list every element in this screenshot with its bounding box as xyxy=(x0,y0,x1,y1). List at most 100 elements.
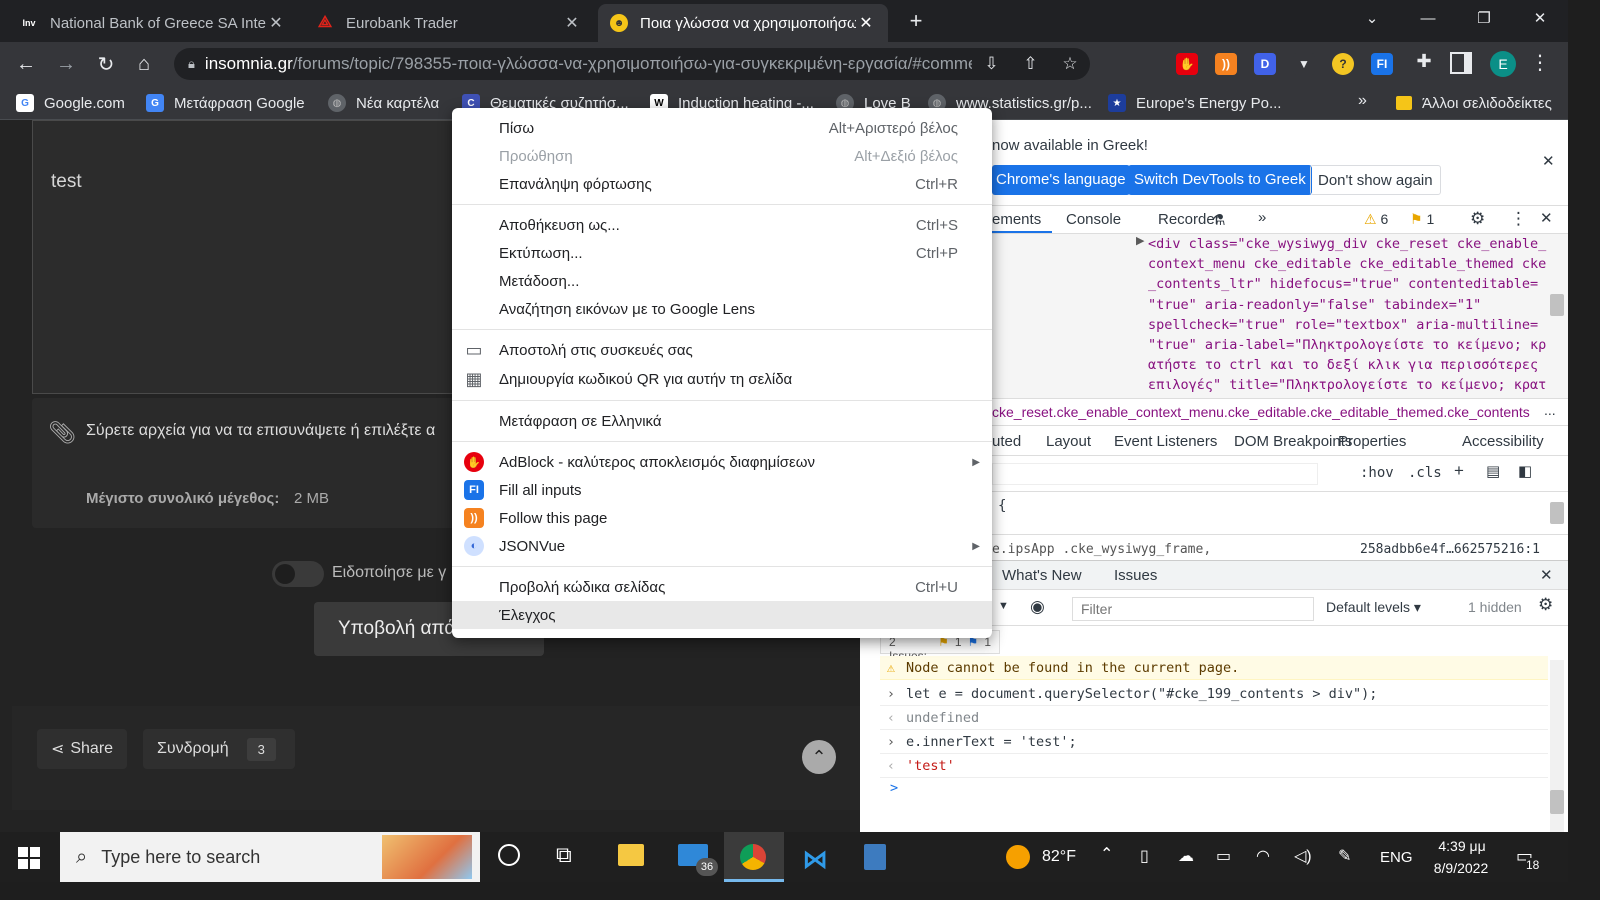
profile-avatar[interactable]: E xyxy=(1490,51,1516,77)
help-extension-icon[interactable]: ? xyxy=(1332,53,1354,75)
breadcrumb-more[interactable]: ... xyxy=(1544,402,1556,418)
share-button[interactable]: ⋖ Share xyxy=(37,729,127,769)
console-prompt[interactable]: > xyxy=(890,780,898,796)
minimize-button[interactable]: — xyxy=(1400,0,1456,36)
windows-start-icon[interactable] xyxy=(18,847,40,869)
switch-devtools-greek-button[interactable]: Switch DevTools to Greek xyxy=(1128,165,1312,195)
close-window-button[interactable]: ✕ xyxy=(1512,0,1568,36)
close-tab-icon[interactable]: ✕ xyxy=(562,13,582,33)
menu-item-0-0[interactable]: Πίσω Alt+Αριστερό βέλος xyxy=(452,114,992,142)
tab-whats-new[interactable]: What's New xyxy=(1002,567,1082,584)
expand-triangle-icon[interactable]: ▶ xyxy=(1136,234,1144,247)
close-tab-icon[interactable]: ✕ xyxy=(266,13,286,33)
other-bookmarks-folder[interactable]: Άλλοι σελιδοδείκτες xyxy=(1396,92,1552,114)
share-icon[interactable]: ⇧ xyxy=(1023,54,1037,74)
vue-extension-icon[interactable]: ▼ xyxy=(1293,53,1315,75)
console-output[interactable]: ⚠ Node cannot be found in the current pag… xyxy=(880,656,1548,832)
styles-tab[interactable]: Layout xyxy=(1046,433,1091,450)
menu-item-2-0[interactable]: ▭ Αποστολή στις συσκευές σας xyxy=(452,336,992,364)
menu-item-1-0[interactable]: Αποθήκευση ως... Ctrl+S xyxy=(452,211,992,239)
breadcrumb-path[interactable]: cke_reset.cke_enable_context_menu.cke_ed… xyxy=(992,404,1542,420)
bookmark-item[interactable]: ★ Europe's Energy Po... xyxy=(1108,92,1281,114)
rule-source-link[interactable]: 258adbb6e4f…662575216:1 xyxy=(1360,542,1540,557)
paint-icon[interactable]: ▤ xyxy=(1486,462,1500,480)
tab-elements[interactable]: ements xyxy=(992,211,1041,228)
console-scrollbar[interactable] xyxy=(1550,660,1564,832)
input-language[interactable]: ENG xyxy=(1380,849,1413,866)
menu-item-3-0[interactable]: Μετάφραση σε Ελληνικά xyxy=(452,407,992,435)
d-extension-icon[interactable]: D xyxy=(1254,53,1276,75)
rss-extension-icon[interactable]: )) xyxy=(1215,53,1237,75)
bookmark-item[interactable]: ◍ Νέα καρτέλα xyxy=(328,92,439,114)
follow-button[interactable]: Συνδρομή 3 xyxy=(143,729,295,769)
styles-tab[interactable]: Properties xyxy=(1338,433,1406,450)
extensions-puzzle-icon[interactable]: ✚ xyxy=(1412,51,1436,75)
wifi-icon[interactable]: ◠ xyxy=(1256,846,1270,866)
back-button[interactable]: ← xyxy=(12,50,40,78)
file-explorer-icon[interactable] xyxy=(618,844,644,866)
styles-scrollbar[interactable] xyxy=(1550,502,1564,524)
styles-tab[interactable]: Accessibility xyxy=(1462,433,1544,450)
menu-item-4-2[interactable]: )) Follow this page xyxy=(452,504,992,532)
battery-icon[interactable]: ▭ xyxy=(1216,846,1231,866)
settings-gear-icon[interactable]: ⚙ xyxy=(1470,209,1485,229)
styles-filter-input[interactable] xyxy=(992,463,1318,485)
cls-button[interactable]: .cls xyxy=(1408,465,1442,481)
menu-item-5-0[interactable]: Προβολή κώδικα σελίδας Ctrl+U xyxy=(452,573,992,601)
log-levels-dropdown[interactable]: Default levels ▾ xyxy=(1326,599,1421,616)
warnings-counter[interactable]: ⚠ 6 xyxy=(1364,211,1388,228)
task-view-icon[interactable]: ⧉ xyxy=(556,842,572,868)
bookmark-item[interactable]: G Google.com xyxy=(16,92,125,114)
close-devtools-icon[interactable]: ✕ xyxy=(1540,209,1553,227)
tab-recorder[interactable]: Recorder xyxy=(1158,211,1220,228)
notify-toggle[interactable] xyxy=(272,561,324,587)
styles-tab[interactable]: Event Listeners xyxy=(1114,433,1217,450)
always-match-language-button[interactable]: Chrome's language xyxy=(992,165,1130,195)
taskbar-chrome-active[interactable] xyxy=(724,832,784,882)
issues-counter[interactable]: ⚑ 1 xyxy=(1410,211,1434,228)
volume-icon[interactable]: ◁) xyxy=(1294,846,1312,866)
menu-item-4-0[interactable]: ✋ AdBlock - καλύτερος αποκλεισμός διαφημί… xyxy=(452,448,992,476)
console-filter-input[interactable] xyxy=(1072,597,1314,621)
attachment-dropzone[interactable]: 📎︎ Σύρετε αρχεία για να τα επισυνάψετε ή… xyxy=(32,398,462,528)
toggle-sidebar-icon[interactable]: ◧ xyxy=(1518,462,1532,480)
rich-text-editor[interactable]: test xyxy=(32,120,462,394)
pen-icon[interactable]: ✎ xyxy=(1338,846,1351,866)
close-banner-icon[interactable]: ✕ xyxy=(1542,152,1555,170)
styles-tab[interactable]: uted xyxy=(992,433,1021,450)
console-settings-icon[interactable]: ⚙ xyxy=(1538,595,1553,615)
star-icon[interactable]: ☆ xyxy=(1062,54,1077,74)
menu-item-4-1[interactable]: FI Fill all inputs xyxy=(452,476,992,504)
install-icon[interactable]: ⇩ xyxy=(984,54,998,74)
tray-chevron-up-icon[interactable]: ⌃ xyxy=(1100,844,1113,864)
address-bar[interactable]: 🔒︎ insomnia.gr /forums/topic/798355-ποια… xyxy=(174,48,1090,80)
reload-button[interactable]: ↻ xyxy=(92,50,120,78)
tab-issues[interactable]: Issues xyxy=(1114,567,1157,584)
devtools-menu-icon[interactable]: ⋮ xyxy=(1510,209,1527,229)
tab-console[interactable]: Console xyxy=(1066,211,1121,228)
cortana-icon[interactable] xyxy=(498,844,520,866)
bookmarks-overflow-button[interactable]: » xyxy=(1358,92,1367,110)
close-drawer-icon[interactable]: ✕ xyxy=(1540,566,1553,584)
dom-scrollbar[interactable] xyxy=(1550,294,1564,316)
close-tab-icon[interactable]: ✕ xyxy=(856,13,876,33)
styles-tab[interactable]: DOM Breakpoints xyxy=(1234,433,1352,450)
clock-date[interactable]: 8/9/2022 xyxy=(1428,860,1494,876)
menu-item-0-2[interactable]: Επανάληψη φόρτωσης Ctrl+R xyxy=(452,170,992,198)
tab-insomnia[interactable]: ☻ Ποια γλώσσα να χρησιμοποιήσω ✕ xyxy=(598,4,888,42)
menu-item-1-3[interactable]: Αναζήτηση εικόνων με το Google Lens xyxy=(452,295,992,323)
device-icon[interactable]: ▯ xyxy=(1140,846,1149,866)
more-tabs-icon[interactable]: » xyxy=(1258,209,1266,226)
side-panel-icon[interactable] xyxy=(1450,52,1472,74)
menu-item-4-3[interactable]: ◐ JSONVue ▶ xyxy=(452,532,992,560)
vscode-icon[interactable]: ⋈ xyxy=(802,844,828,875)
menu-item-1-2[interactable]: Μετάδοση... xyxy=(452,267,992,295)
adblock-extension-icon[interactable]: ✋ xyxy=(1176,53,1198,75)
taskbar-search-box[interactable]: ⌕ Type here to search xyxy=(60,832,480,882)
new-tab-button[interactable]: + xyxy=(900,6,932,36)
hov-button[interactable]: :hov xyxy=(1360,465,1394,481)
weather-temp[interactable]: 82°F xyxy=(1042,848,1076,866)
onedrive-cloud-icon[interactable]: ☁ xyxy=(1178,846,1194,866)
new-rule-icon[interactable]: + xyxy=(1454,461,1464,481)
menu-item-5-1[interactable]: Έλεγχος xyxy=(452,601,992,629)
